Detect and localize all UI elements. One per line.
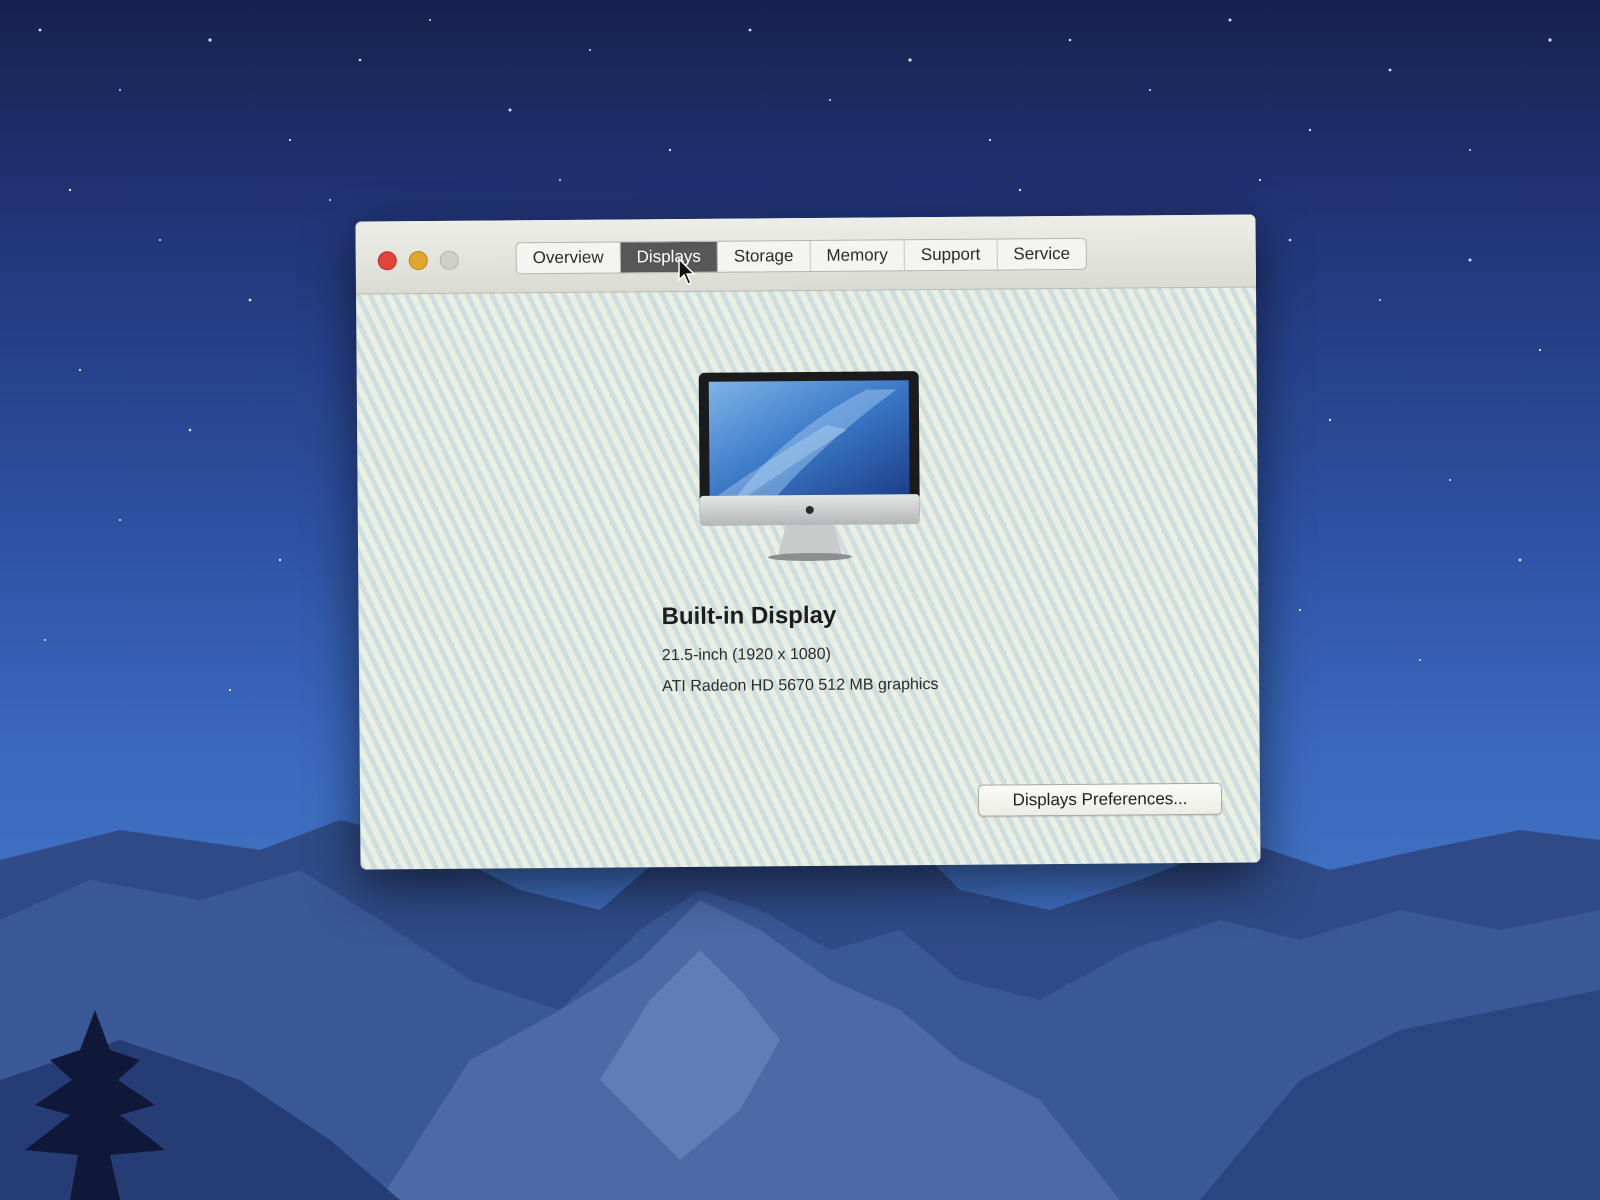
- tab-memory[interactable]: Memory: [810, 240, 905, 271]
- displays-preferences-button[interactable]: Displays Preferences...: [978, 783, 1222, 817]
- tab-displays[interactable]: Displays: [621, 242, 718, 273]
- tab-support[interactable]: Support: [905, 240, 998, 271]
- pine-tree-silhouette: [0, 1010, 200, 1200]
- imac-icon: [697, 369, 923, 567]
- display-graphics: ATI Radeon HD 5670 512 MB graphics: [662, 676, 938, 696]
- tab-storage[interactable]: Storage: [718, 241, 811, 272]
- tab-overview[interactable]: Overview: [517, 242, 621, 273]
- window-titlebar[interactable]: Overview Displays Storage Memory Support…: [355, 214, 1256, 294]
- tab-bar: Overview Displays Storage Memory Support…: [516, 238, 1088, 274]
- display-name: Built-in Display: [661, 602, 836, 631]
- about-this-mac-window: Overview Displays Storage Memory Support…: [355, 214, 1260, 869]
- zoom-button: [440, 251, 459, 270]
- close-button[interactable]: [378, 251, 397, 270]
- minimize-button[interactable]: [409, 251, 428, 270]
- mouse-pointer-icon: [678, 258, 698, 286]
- tab-service[interactable]: Service: [997, 239, 1086, 270]
- display-size: 21.5-inch (1920 x 1080): [662, 646, 831, 665]
